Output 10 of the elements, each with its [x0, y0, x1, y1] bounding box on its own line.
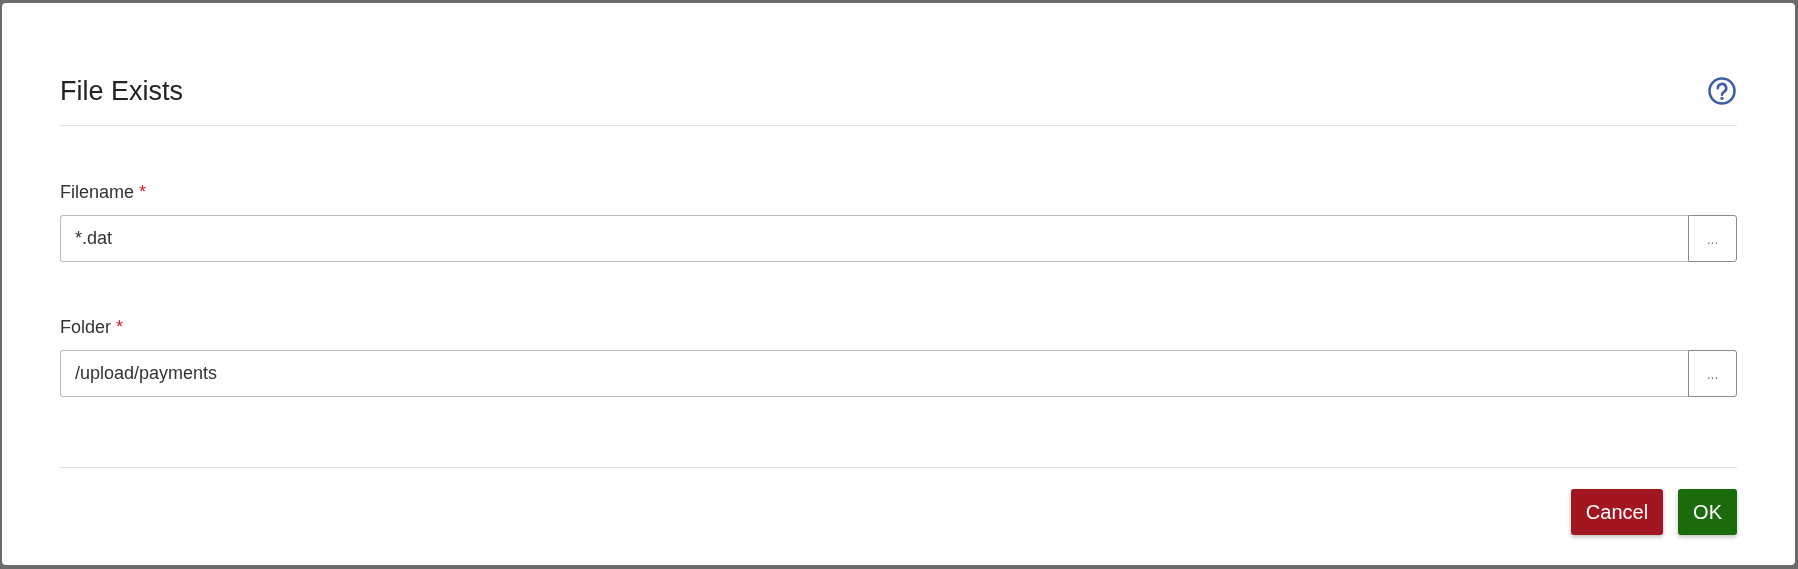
input-field[interactable]: /upload/payments — [60, 350, 1688, 397]
ok-button[interactable]: OK — [1678, 489, 1737, 535]
help-icon[interactable] — [1707, 76, 1737, 106]
input-field[interactable]: *.dat — [60, 215, 1688, 262]
browse-button[interactable]: ... — [1688, 350, 1737, 397]
dialog-title: File Exists — [60, 75, 184, 108]
browse-button[interactable]: ... — [1688, 215, 1737, 262]
cancel-button[interactable]: Cancel — [1570, 489, 1664, 535]
field-label: Folder * — [60, 316, 125, 338]
field-label: Filename * — [60, 181, 148, 203]
